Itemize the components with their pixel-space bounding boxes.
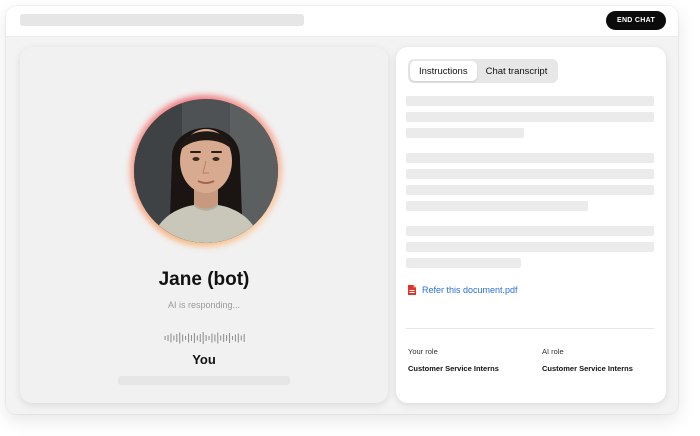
text-line-placeholder <box>406 226 654 236</box>
user-label: You <box>192 352 216 367</box>
divider <box>406 328 654 329</box>
waveform-bar <box>179 332 181 344</box>
waveform-bar <box>167 335 169 341</box>
ai-role-value: Customer Service Interns <box>542 364 633 373</box>
waveform-bar <box>229 333 231 343</box>
your-role-value: Customer Service Interns <box>408 364 499 373</box>
title-placeholder <box>20 14 304 26</box>
text-line-placeholder <box>406 112 654 122</box>
text-line-placeholder <box>406 185 654 195</box>
bot-status: AI is responding... <box>167 300 241 310</box>
call-panel: Jane (bot) AI is responding... You <box>20 47 388 403</box>
document-link[interactable]: Refer this document.pdf <box>408 285 518 295</box>
waveform-bar <box>193 333 195 343</box>
waveform-bar <box>231 336 233 340</box>
ai-role-section: AI role Customer Service Interns <box>542 347 633 373</box>
waveform-bar <box>202 332 204 344</box>
text-line-placeholder <box>406 169 654 179</box>
waveform-bar <box>170 333 172 343</box>
waveform-bar <box>234 334 236 342</box>
text-line-placeholder <box>406 201 588 211</box>
waveform-bar <box>205 335 207 341</box>
waveform-bar <box>173 335 175 341</box>
audio-waveform-icon <box>164 332 245 344</box>
portrait-illustration <box>134 99 278 243</box>
waveform-bar <box>164 336 166 340</box>
bot-avatar <box>134 99 278 243</box>
waveform-bar <box>220 335 222 341</box>
bot-name: Jane (bot) <box>158 269 250 290</box>
text-line-placeholder <box>406 128 524 138</box>
text-line-placeholder <box>406 242 654 252</box>
waveform-bar <box>240 335 242 341</box>
your-role-label: Your role <box>408 347 438 356</box>
text-line-placeholder <box>406 96 654 106</box>
waveform-bar <box>208 336 210 340</box>
waveform-bar <box>190 335 192 341</box>
bot-avatar-container <box>130 95 282 247</box>
waveform-bar <box>214 334 216 342</box>
waveform-bar <box>243 334 245 342</box>
waveform-bar <box>211 333 213 343</box>
pdf-file-icon <box>408 285 416 295</box>
tab-instructions[interactable]: Instructions <box>410 61 477 81</box>
tab-chat-transcript[interactable]: Chat transcript <box>477 61 557 81</box>
document-link-label: Refer this document.pdf <box>422 285 518 295</box>
waveform-bar <box>223 334 225 342</box>
your-role-section: Your role Customer Service Interns <box>408 347 499 373</box>
panel-tabs: Instructions Chat transcript <box>408 59 559 83</box>
waveform-bar <box>199 334 201 342</box>
text-line-placeholder <box>406 153 654 163</box>
ai-role-label: AI role <box>542 347 564 356</box>
waveform-bar <box>217 332 219 344</box>
waveform-bar <box>176 334 178 342</box>
user-caption-placeholder <box>118 376 290 385</box>
instructions-panel: Instructions Chat transcript Refer this … <box>396 47 666 403</box>
waveform-bar <box>237 333 239 343</box>
top-bar: END CHAT <box>6 6 678 37</box>
waveform-bar <box>185 336 187 340</box>
waveform-bar <box>188 333 190 343</box>
waveform-bar <box>196 335 198 341</box>
end-chat-button[interactable]: END CHAT <box>606 11 666 30</box>
text-line-placeholder <box>406 258 521 268</box>
waveform-bar <box>226 335 228 341</box>
app-window: END CHAT Jane (bot) AI is responding... … <box>6 6 678 414</box>
waveform-bar <box>182 334 184 342</box>
